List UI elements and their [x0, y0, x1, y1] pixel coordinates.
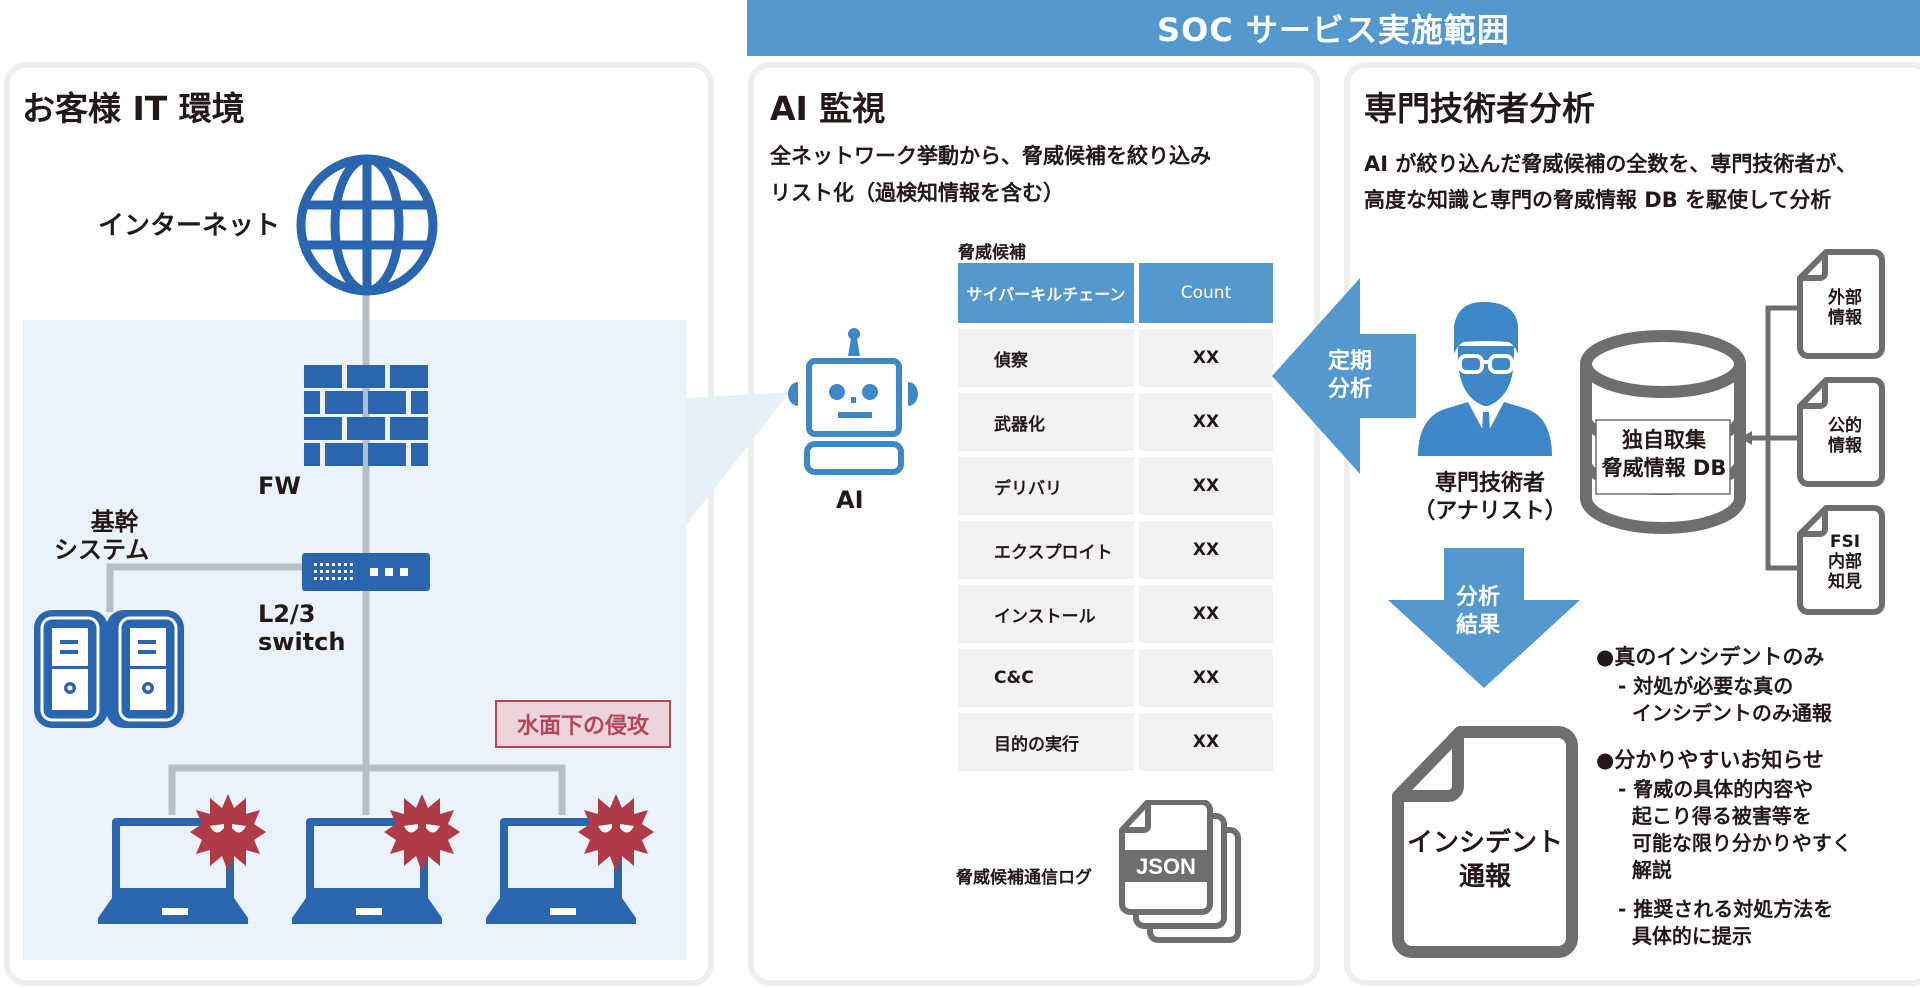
periodic-analysis-label: 定期 分析 [1328, 348, 1372, 404]
threat-source-document: 公的 情報 [1796, 376, 1886, 488]
threat-source-document: 外部 情報 [1796, 248, 1886, 360]
bullet-item: - 推奨される対処方法を 具体的に提示 [1618, 896, 1916, 950]
core-system-label-line1: 基幹 [90, 508, 139, 536]
core-system-label-line2: システム [54, 536, 150, 564]
ai-label: AI [836, 486, 864, 514]
table-cell-count: XX [1139, 329, 1273, 387]
source-connector-lines [1740, 305, 1798, 571]
json-file-label: JSON [1136, 854, 1196, 879]
analyst-label: 専門技術者 （アナリスト） [1410, 470, 1570, 526]
benefit-bullets: ●真のインシデントのみ - 対処が必要な真の インシデントのみ通報 ●分かりやすいお… [1596, 644, 1916, 950]
analyst-person-icon [1418, 301, 1552, 456]
bullet-item-line: 具体的に提示 [1618, 924, 1752, 948]
hidden-intrusion-note: 水面下の侵攻 [495, 700, 671, 748]
threat-source-label-line: 情報 [1828, 436, 1862, 456]
analyst-panel-title: 専門技術者分析 [1364, 89, 1595, 128]
threat-source-label: 公的 情報 [1810, 416, 1880, 456]
incident-report-line1: インシデント [1406, 828, 1563, 858]
ai-panel-title: AI 監視 [770, 89, 886, 128]
infected-laptop [290, 794, 460, 930]
threat-log-label: 脅威候補通信ログ [956, 868, 1092, 888]
table-cell-count: XX [1139, 713, 1273, 771]
bullet-heading: ●真のインシデントのみ [1596, 645, 1825, 669]
periodic-label-line1: 定期 [1328, 349, 1373, 374]
virus-icon [384, 794, 460, 872]
table-cell-count: XX [1139, 585, 1273, 643]
infected-laptop [96, 794, 266, 930]
core-system-server-icon [34, 610, 184, 728]
json-log-files-icon: JSON [1119, 800, 1241, 943]
bullet-item-line: 起こり得る被害等を [1618, 804, 1812, 828]
bullet-item-line: 解説 [1618, 858, 1672, 882]
firewall-icon [304, 365, 428, 466]
bullet-item-line: - 脅威の具体的内容や [1618, 777, 1814, 801]
table-cell-stage: デリバリ [958, 457, 1134, 515]
bullet-item: - 対処が必要な真の インシデントのみ通報 [1618, 673, 1916, 727]
internet-label: インターネット [98, 211, 281, 241]
ai-panel-description: 全ネットワーク挙動から、脅威候補を絞り込み リスト化（過検知情報を含む） [770, 138, 1211, 212]
table-cell-stage: 偵察 [958, 329, 1134, 387]
table-header-kill-chain: サイバーキルチェーン [958, 263, 1134, 323]
table-cell-count: XX [1139, 457, 1273, 515]
db-label-line1: 独自取集 [1622, 428, 1706, 452]
threat-source-label-line: FSI [1829, 532, 1861, 552]
table-cell-count: XX [1139, 393, 1273, 451]
core-system-label: 基幹 システム [54, 508, 149, 564]
threat-database-label: 独自取集 脅威情報 DB [1598, 426, 1730, 482]
ai-robot-icon [788, 328, 918, 475]
soc-scope-banner: SOC サービス実施範囲 [747, 0, 1920, 56]
analyst-panel-description: AI が絞り込んだ脅威候補の全数を、専門技術者が、 高度な知識と専門の脅威情報 … [1364, 146, 1857, 218]
table-cell-stage: 武器化 [958, 393, 1134, 451]
bullet-item-line: 可能な限り分かりやすく [1618, 831, 1852, 855]
analyst-label-line1: 専門技術者 [1434, 471, 1545, 496]
threat-source-label-line: 公的 [1828, 416, 1862, 436]
threat-source-label-line: 内部 [1828, 552, 1862, 572]
threat-source-label-line: 情報 [1828, 308, 1862, 328]
analyst-desc-line2: 高度な知識と専門の脅威情報 DB を駆使して分析 [1364, 188, 1832, 212]
table-cell-stage: エクスプロイト [958, 521, 1134, 579]
fw-label: FW [258, 472, 301, 500]
table-cell-stage: C&C [958, 649, 1134, 707]
bullet-item-line: - 推奨される対処方法を [1618, 897, 1834, 921]
ai-desc-line2: リスト化（過検知情報を含む） [770, 181, 1064, 205]
incident-report-line2: 通報 [1458, 862, 1511, 892]
table-cell-count: XX [1139, 521, 1273, 579]
threat-candidate-table-title: 脅威候補 [958, 243, 1026, 263]
table-cell-stage: インストール [958, 585, 1134, 643]
table-cell-stage: 目的の実行 [958, 713, 1134, 771]
db-label-line2: 脅威情報 DB [1601, 456, 1727, 480]
virus-icon [578, 794, 654, 872]
infected-laptop [484, 794, 654, 930]
table-header-count: Count [1139, 263, 1273, 323]
analyst-label-line2: （アナリスト） [1413, 499, 1567, 524]
table-cell-count: XX [1139, 649, 1273, 707]
virus-icon [190, 794, 266, 872]
analyst-desc-line1: AI が絞り込んだ脅威候補の全数を、専門技術者が、 [1364, 152, 1857, 176]
bullet-item-line: インシデントのみ通報 [1618, 701, 1832, 725]
threat-source-label: 外部 情報 [1810, 288, 1880, 328]
analysis-result-label: 分析 結果 [1456, 584, 1500, 640]
incident-report-label: インシデント 通報 [1398, 826, 1572, 894]
threat-source-label-line: 知見 [1828, 572, 1862, 592]
bullet-item-line: - 対処が必要な真の [1618, 674, 1794, 698]
result-label-line1: 分析 [1456, 585, 1501, 610]
globe-icon [296, 154, 438, 296]
periodic-label-line2: 分析 [1328, 377, 1373, 402]
switch-label-line2: switch [258, 628, 346, 656]
ai-desc-line1: 全ネットワーク挙動から、脅威候補を絞り込み [770, 144, 1211, 168]
bullet-item: - 脅威の具体的内容や 起こり得る被害等を 可能な限り分かりやすく 解説 [1618, 776, 1916, 884]
switch-label: L2/3 switch [258, 600, 345, 656]
bullet-heading: ●分かりやすいお知らせ [1596, 748, 1824, 772]
threat-source-label-line: 外部 [1828, 288, 1862, 308]
threat-source-document: FSI 内部 知見 [1796, 504, 1886, 616]
l2-3-switch-icon [302, 553, 430, 591]
result-label-line2: 結果 [1456, 613, 1501, 638]
switch-label-line1: L2/3 [258, 600, 316, 628]
threat-source-label: FSI 内部 知見 [1810, 532, 1880, 592]
